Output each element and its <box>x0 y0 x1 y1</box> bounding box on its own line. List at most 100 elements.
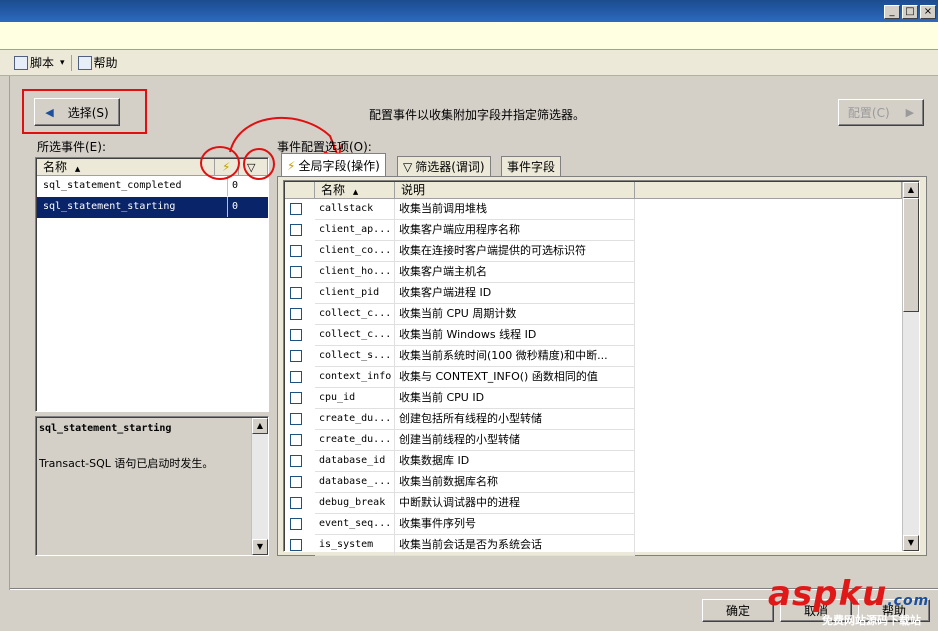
selected-events-list: 名称 ▲ ⚡ ▽ sql_statement_completed 0 sql_sta… <box>35 157 269 412</box>
field-description: 收集当前会话是否为系统会话 <box>395 535 635 556</box>
event-name: sql_statement_starting <box>43 201 176 212</box>
global-fields-grid: 名称 ▲ 说明 callstack 收集当前调用堆栈 client_ap... 收集客… <box>283 180 920 556</box>
global-field-row[interactable]: create_du... 创建包括所有线程的小型转储 <box>285 409 902 430</box>
field-description: 收集数据库 ID <box>395 451 635 472</box>
tab-event-fields[interactable]: 事件字段 <box>501 156 562 176</box>
column-header-description[interactable]: 说明 <box>395 182 635 199</box>
field-description: 收集事件序列号 <box>395 514 635 535</box>
scroll-thumb[interactable] <box>903 198 919 312</box>
field-checkbox[interactable] <box>290 434 302 446</box>
tab-global-fields[interactable]: ⚡ 全局字段(操作) <box>281 153 386 177</box>
field-description: 收集客户端主机名 <box>395 262 635 283</box>
field-description: 收集当前 Windows 线程 ID <box>395 325 635 346</box>
global-field-row[interactable]: create_du... 创建当前线程的小型转储 <box>285 430 902 451</box>
scroll-down-button[interactable]: ▼ <box>252 539 268 555</box>
scroll-up-button[interactable]: ▲ <box>252 418 268 434</box>
event-row[interactable]: sql_statement_starting 0 <box>37 197 268 218</box>
field-checkbox[interactable] <box>290 539 302 551</box>
toolbar-separator <box>70 54 72 71</box>
configure-button[interactable]: 配置(C) ▶ <box>838 99 924 126</box>
field-checkbox[interactable] <box>290 329 302 341</box>
field-name: collect_s... <box>315 346 395 367</box>
close-button[interactable]: × <box>920 5 936 19</box>
field-name: collect_c... <box>315 304 395 325</box>
field-description: 收集当前调用堆栈 <box>395 199 635 220</box>
column-header-checkbox <box>285 182 315 199</box>
sort-ascending-icon: ▲ <box>74 165 81 173</box>
field-checkbox[interactable] <box>290 308 302 320</box>
description-scrollbar[interactable]: ▲ ▼ <box>251 418 268 555</box>
chevron-down-icon[interactable]: ▾ <box>60 58 65 68</box>
column-header-name[interactable]: 名称 ▲ <box>315 182 395 199</box>
field-description: 收集当前数据库名称 <box>395 472 635 493</box>
configure-label: 配置(C) <box>847 106 890 120</box>
field-checkbox[interactable] <box>290 455 302 467</box>
global-field-row[interactable]: database_... 收集当前数据库名称 <box>285 472 902 493</box>
field-checkbox[interactable] <box>290 245 302 257</box>
field-checkbox[interactable] <box>290 476 302 488</box>
global-field-row[interactable]: callstack 收集当前调用堆栈 <box>285 199 902 220</box>
global-field-row[interactable]: client_co... 收集在连接时客户端提供的可选标识符 <box>285 241 902 262</box>
event-name: sql_statement_completed <box>43 180 182 191</box>
global-field-row[interactable]: collect_c... 收集当前 Windows 线程 ID <box>285 325 902 346</box>
field-description: 收集客户端应用程序名称 <box>395 220 635 241</box>
grid-scrollbar[interactable]: ▲ ▼ <box>902 182 919 551</box>
tab-filters[interactable]: ▽ 筛选器(谓词) <box>397 156 491 176</box>
field-checkbox[interactable] <box>290 371 302 383</box>
info-bar <box>0 22 938 50</box>
annotation-box <box>22 89 147 134</box>
global-field-row[interactable]: cpu_id 收集当前 CPU ID <box>285 388 902 409</box>
field-checkbox[interactable] <box>290 350 302 362</box>
global-field-row[interactable]: database_id 收集数据库 ID <box>285 451 902 472</box>
field-checkbox[interactable] <box>290 266 302 278</box>
field-description: 收集当前 CPU ID <box>395 388 635 409</box>
field-name: client_co... <box>315 241 395 262</box>
column-header-filler <box>635 182 902 199</box>
field-checkbox[interactable] <box>290 518 302 530</box>
field-checkbox[interactable] <box>290 392 302 404</box>
script-button[interactable]: 脚本 ▾ <box>14 54 65 71</box>
global-field-row[interactable]: is_system 收集当前会话是否为系统会话 <box>285 535 902 556</box>
field-description: 创建当前线程的小型转储 <box>395 430 635 451</box>
field-description: 收集当前系统时间(100 微秒精度)和中断... <box>395 346 635 367</box>
scroll-up-button[interactable]: ▲ <box>903 182 919 198</box>
field-name: create_du... <box>315 409 395 430</box>
global-field-row[interactable]: client_ap... 收集客户端应用程序名称 <box>285 220 902 241</box>
field-description: 中断默认调试器中的进程 <box>395 493 635 514</box>
field-checkbox[interactable] <box>290 287 302 299</box>
title-bar: _ □ × <box>0 0 938 22</box>
help-icon <box>77 55 92 70</box>
field-name: client_ho... <box>315 262 395 283</box>
global-field-row[interactable]: collect_c... 收集当前 CPU 周期计数 <box>285 304 902 325</box>
global-field-row[interactable]: debug_break 中断默认调试器中的进程 <box>285 493 902 514</box>
global-field-row[interactable]: context_info 收集与 CONTEXT_INFO() 函数相同的值 <box>285 367 902 388</box>
field-name: client_ap... <box>315 220 395 241</box>
field-name: cpu_id <box>315 388 395 409</box>
field-checkbox[interactable] <box>290 413 302 425</box>
field-checkbox[interactable] <box>290 224 302 236</box>
field-checkbox[interactable] <box>290 203 302 215</box>
column-header-name[interactable]: 名称 ▲ <box>37 159 215 176</box>
minimize-button[interactable]: _ <box>884 5 900 19</box>
script-icon <box>14 55 28 70</box>
field-name: client_pid <box>315 283 395 304</box>
field-checkbox[interactable] <box>290 497 302 509</box>
global-field-row[interactable]: event_seq... 收集事件序列号 <box>285 514 902 535</box>
event-action-count: 0 <box>227 197 267 217</box>
scroll-down-button[interactable]: ▼ <box>903 535 919 551</box>
maximize-button[interactable]: □ <box>902 5 918 19</box>
field-name: database_id <box>315 451 395 472</box>
help-button[interactable]: 帮助 <box>77 54 118 71</box>
field-name: callstack <box>315 199 395 220</box>
field-name: create_du... <box>315 430 395 451</box>
script-label: 脚本 <box>30 56 55 70</box>
help-label: 帮助 <box>93 56 118 70</box>
event-description-title: sql_statement_starting <box>39 423 172 434</box>
field-name: collect_c... <box>315 325 395 346</box>
page-description: 配置事件以收集附加字段并指定筛选器。 <box>369 108 586 122</box>
watermark-logo: aspku.com <box>768 574 930 614</box>
global-field-row[interactable]: client_pid 收集客户端进程 ID <box>285 283 902 304</box>
ok-button[interactable]: 确定 <box>702 599 774 622</box>
global-field-row[interactable]: collect_s... 收集当前系统时间(100 微秒精度)和中断... <box>285 346 902 367</box>
global-field-row[interactable]: client_ho... 收集客户端主机名 <box>285 262 902 283</box>
